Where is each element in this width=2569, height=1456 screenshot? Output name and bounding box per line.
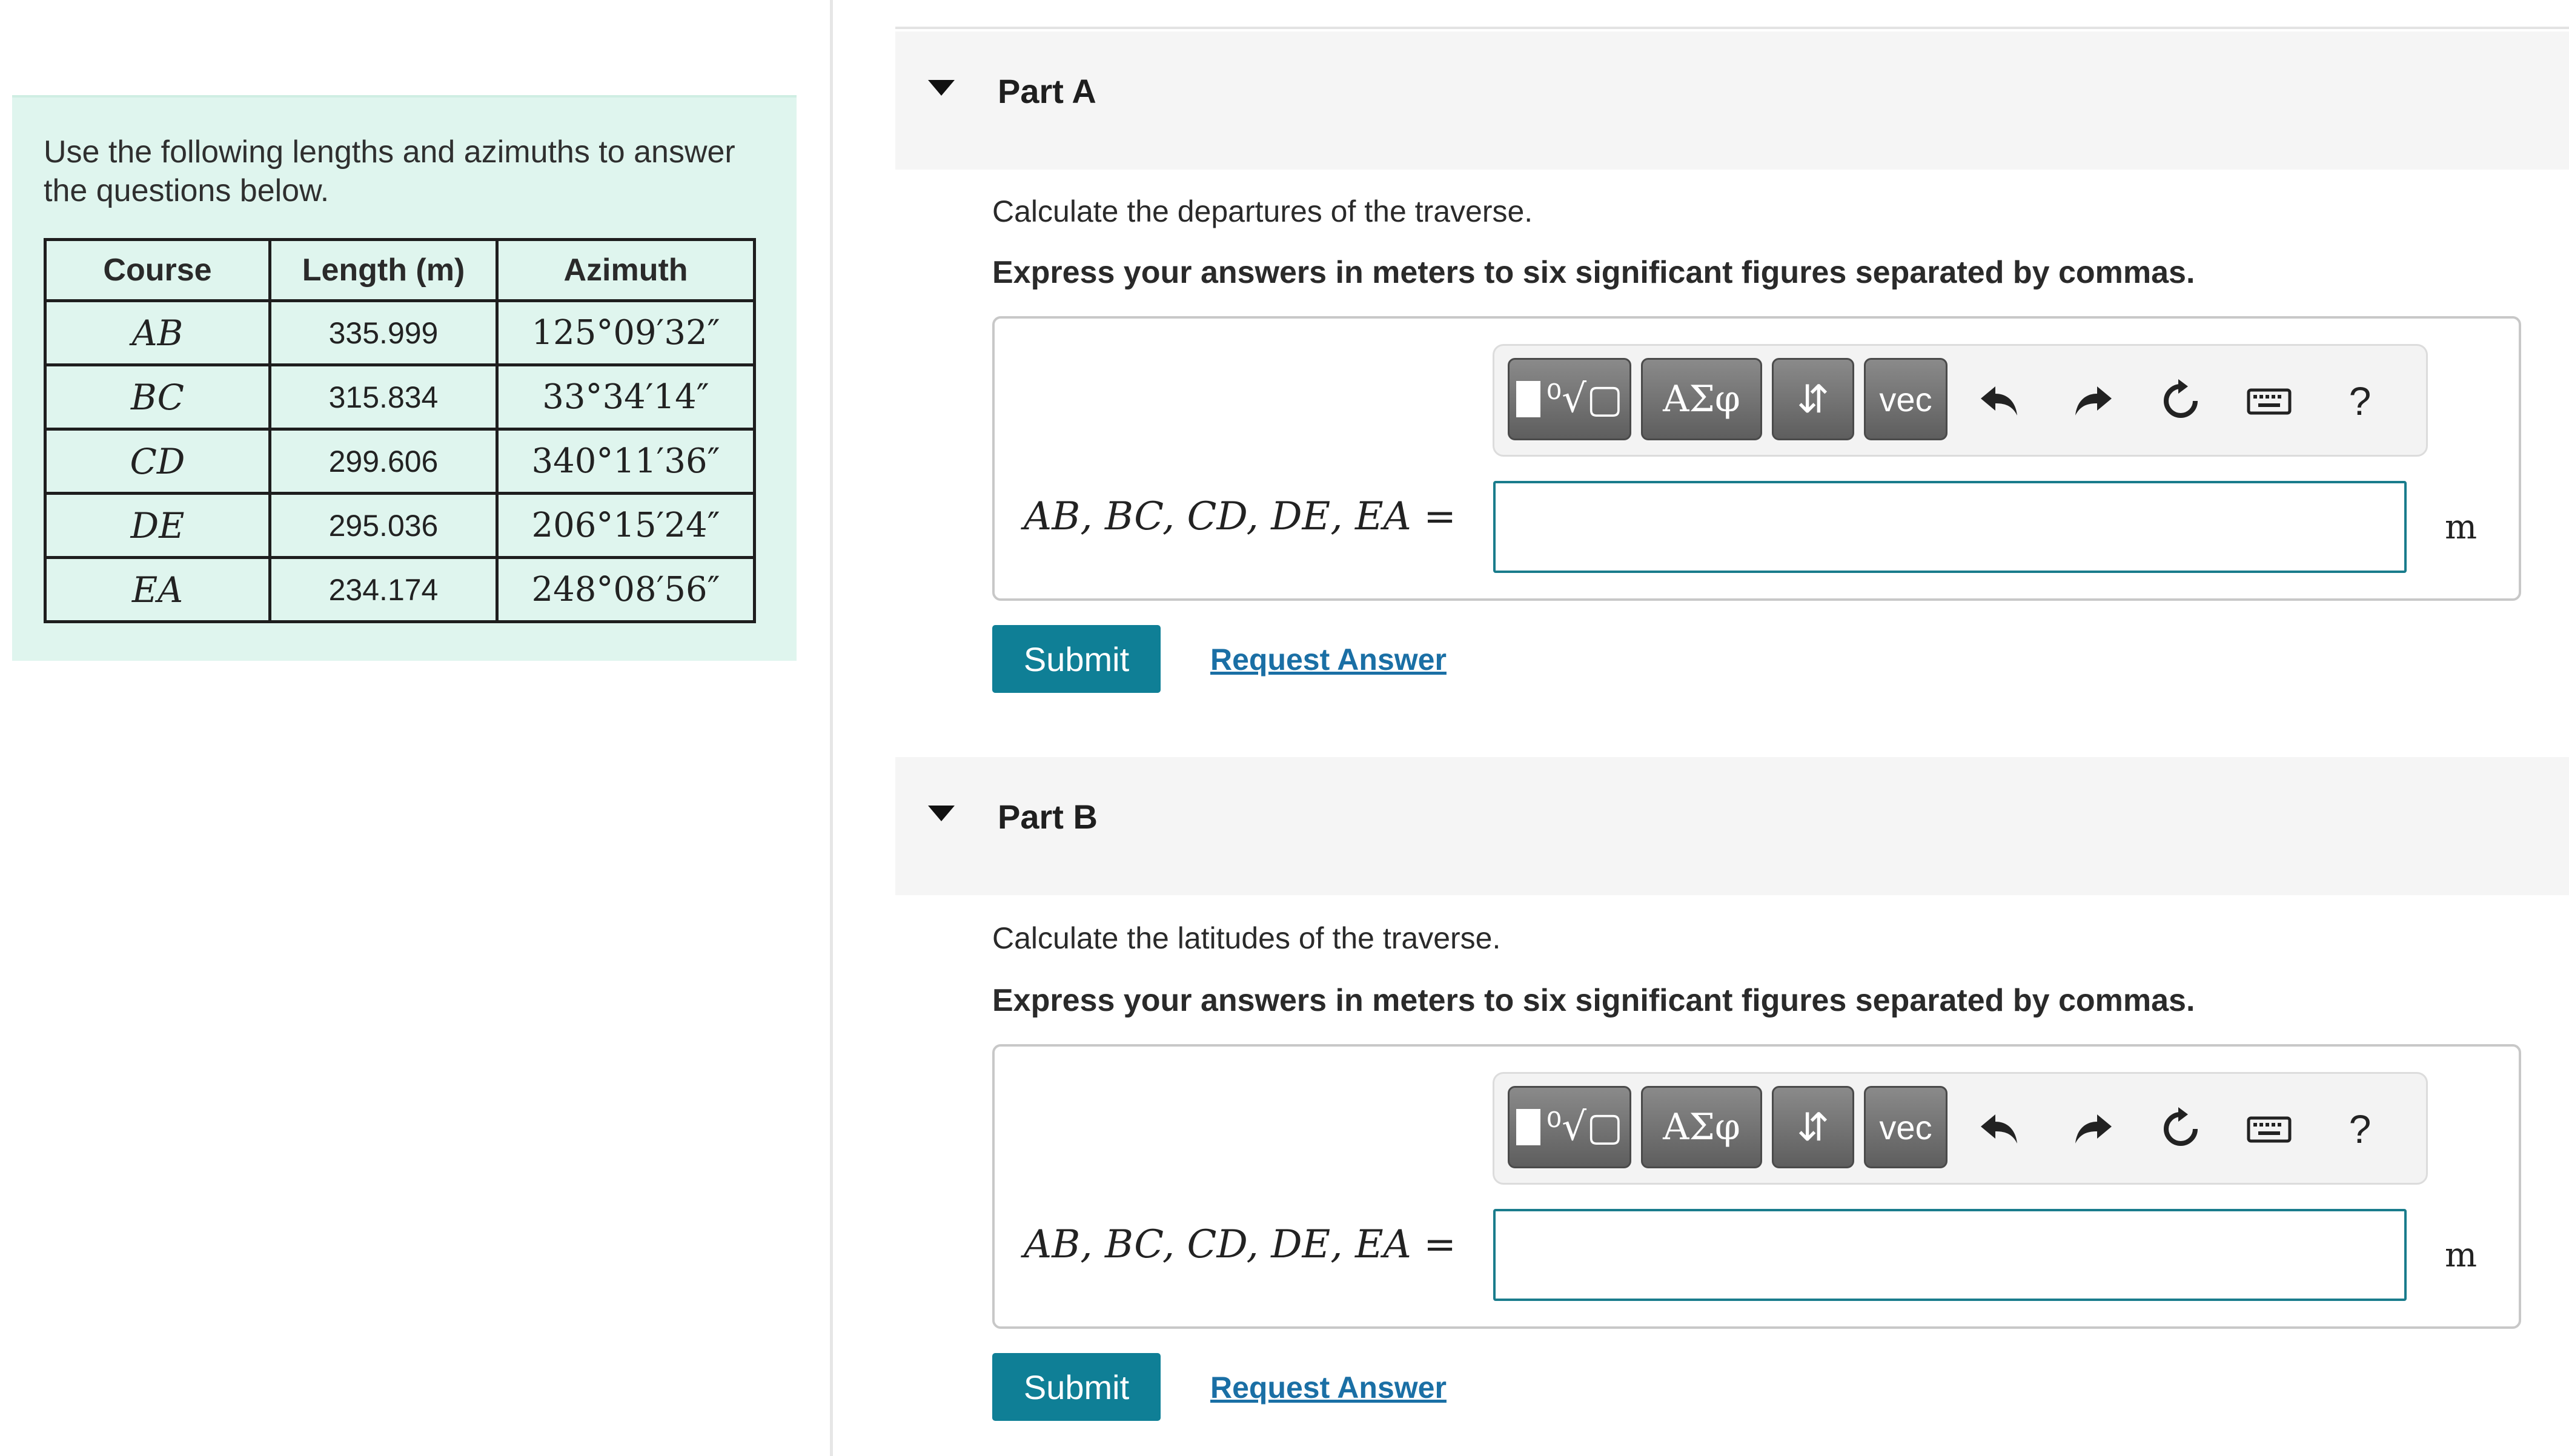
keyboard-icon[interactable] — [2242, 374, 2296, 428]
azimuth-cell: 33°34′14″ — [496, 363, 756, 431]
azimuth-cell: 125°09′32″ — [496, 299, 756, 366]
unit-label: m — [2445, 1236, 2478, 1275]
undo-icon[interactable] — [1973, 374, 2027, 428]
panel-divider — [830, 0, 833, 1456]
part-b-submit-button[interactable]: Submit — [992, 1353, 1161, 1421]
undo-icon[interactable] — [1973, 1102, 2027, 1156]
top-rule — [895, 27, 2569, 29]
part-a-question: Calculate the departures of the traverse… — [992, 194, 1533, 228]
redo-icon[interactable] — [2065, 1102, 2120, 1156]
collapse-caret-icon[interactable] — [928, 806, 955, 821]
part-b-instruction: Express your answers in meters to six si… — [992, 983, 2195, 1018]
part-b-title: Part B — [998, 798, 1098, 836]
help-icon[interactable]: ? — [2333, 374, 2387, 428]
help-icon[interactable]: ? — [2333, 1102, 2387, 1156]
reset-icon[interactable] — [2153, 1102, 2208, 1156]
course-cell: AB — [44, 299, 271, 366]
part-a-title: Part A — [998, 72, 1096, 110]
math-toolbar: ⁰√▢ ΑΣφ ⇵ vec ? — [1493, 1072, 2428, 1185]
part-b-request-answer-link[interactable]: Request Answer — [1210, 1370, 1447, 1405]
header-azimuth: Azimuth — [496, 238, 756, 302]
table-header-row: Course Length (m) Azimuth — [44, 238, 756, 302]
part-b-header[interactable]: Part B — [895, 757, 2569, 895]
header-course: Course — [44, 238, 271, 302]
header-length: Length (m) — [268, 238, 499, 302]
collapse-caret-icon[interactable] — [928, 80, 955, 96]
equation-variables: AB, BC, CD, DE, EA — [1024, 1222, 1411, 1267]
length-cell: 335.999 — [268, 299, 499, 366]
table-row: AB 335.999 125°09′32″ — [44, 299, 756, 366]
equals-sign: = — [1424, 1222, 1456, 1267]
length-cell: 315.834 — [268, 363, 499, 431]
part-a-submit-button[interactable]: Submit — [992, 625, 1161, 693]
part-b-question: Calculate the latitudes of the traverse. — [992, 921, 1501, 955]
greek-symbols-button[interactable]: ΑΣφ — [1641, 1086, 1762, 1168]
equation-variables: AB, BC, CD, DE, EA — [1024, 494, 1411, 539]
length-cell: 234.174 — [268, 556, 499, 623]
course-cell: EA — [44, 556, 271, 623]
templates-button[interactable]: ⁰√▢ — [1508, 358, 1631, 440]
table-row: BC 315.834 33°34′14″ — [44, 363, 756, 431]
part-a-answer-box: ⁰√▢ ΑΣφ ⇵ vec ? AB, BC, CD, DE, EA = m — [992, 316, 2521, 601]
course-cell: BC — [44, 363, 271, 431]
vec-button[interactable]: vec — [1864, 1086, 1947, 1168]
redo-icon[interactable] — [2065, 374, 2120, 428]
templates-button[interactable]: ⁰√▢ — [1508, 1086, 1631, 1168]
part-a-instruction: Express your answers in meters to six si… — [992, 255, 2195, 290]
keyboard-icon[interactable] — [2242, 1102, 2296, 1156]
arrows-button[interactable]: ⇵ — [1772, 1086, 1854, 1168]
equals-sign: = — [1424, 494, 1456, 539]
intro-text: Use the following lengths and azimuths t… — [44, 134, 735, 208]
course-cell: DE — [44, 492, 271, 559]
part-a-answer-input[interactable] — [1493, 481, 2407, 573]
math-toolbar: ⁰√▢ ΑΣφ ⇵ vec ? — [1493, 344, 2428, 457]
table-row: EA 234.174 248°08′56″ — [44, 556, 756, 623]
reset-icon[interactable] — [2153, 374, 2208, 428]
table-row: CD 299.606 340°11′36″ — [44, 428, 756, 495]
arrows-button[interactable]: ⇵ — [1772, 358, 1854, 440]
length-cell: 299.606 — [268, 428, 499, 495]
info-panel: Use the following lengths and azimuths t… — [12, 95, 797, 661]
fraction-root-icon: ⁰√▢ — [1516, 1105, 1623, 1150]
greek-symbols-button[interactable]: ΑΣφ — [1641, 358, 1762, 440]
azimuth-cell: 248°08′56″ — [496, 556, 756, 623]
equation-label: AB, BC, CD, DE, EA = — [1024, 494, 1456, 539]
traverse-table: Course Length (m) Azimuth AB 335.999 125… — [44, 238, 756, 623]
part-a-request-answer-link[interactable]: Request Answer — [1210, 642, 1447, 677]
table-row: DE 295.036 206°15′24″ — [44, 492, 756, 559]
part-b-answer-box: ⁰√▢ ΑΣφ ⇵ vec ? AB, BC, CD, DE, EA = m — [992, 1044, 2521, 1329]
part-b-answer-input[interactable] — [1493, 1209, 2407, 1301]
azimuth-cell: 340°11′36″ — [496, 428, 756, 495]
fraction-root-icon: ⁰√▢ — [1516, 377, 1623, 422]
part-a-header[interactable]: Part A — [895, 31, 2569, 170]
vec-button[interactable]: vec — [1864, 358, 1947, 440]
unit-label: m — [2445, 508, 2478, 547]
azimuth-cell: 206°15′24″ — [496, 492, 756, 559]
length-cell: 295.036 — [268, 492, 499, 559]
equation-label: AB, BC, CD, DE, EA = — [1024, 1222, 1456, 1267]
course-cell: CD — [44, 428, 271, 495]
